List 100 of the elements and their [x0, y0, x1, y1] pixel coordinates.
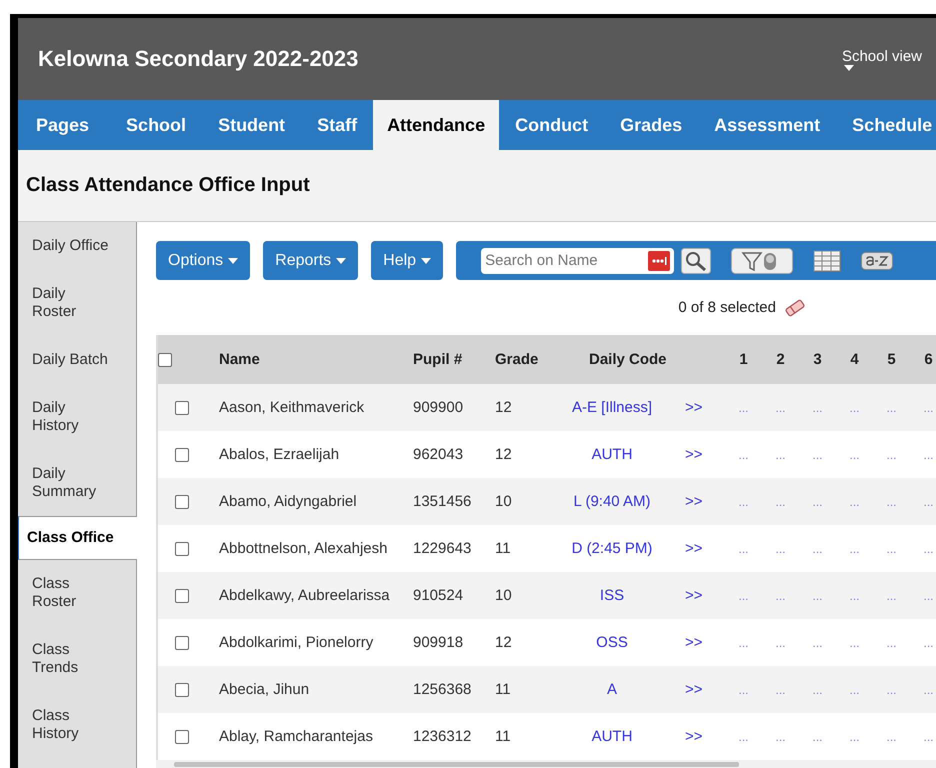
period-link[interactable]: ...: [812, 682, 822, 696]
period-link[interactable]: ...: [775, 730, 786, 744]
period-link[interactable]: ...: [738, 448, 748, 462]
period-link[interactable]: ...: [738, 682, 748, 696]
period-link[interactable]: ...: [923, 448, 934, 462]
details-link[interactable]: >>: [685, 446, 703, 463]
nav-tab[interactable]: Assessment: [698, 100, 836, 150]
sort-az-icon[interactable]: [861, 250, 894, 272]
row-checkbox[interactable]: [175, 494, 189, 508]
details-link[interactable]: >>: [685, 634, 703, 651]
details-link[interactable]: >>: [685, 399, 703, 416]
column-header[interactable]: 6: [924, 351, 933, 368]
period-link[interactable]: ...: [849, 730, 860, 744]
period-link[interactable]: ...: [923, 494, 934, 508]
period-link[interactable]: ...: [886, 682, 896, 696]
row-checkbox[interactable]: [175, 682, 189, 696]
column-header[interactable]: 4: [850, 351, 859, 368]
nav-tab[interactable]: Pages: [18, 100, 110, 150]
details-link[interactable]: >>: [685, 493, 703, 510]
caret-icon[interactable]: [421, 258, 432, 264]
period-link[interactable]: ...: [849, 400, 860, 414]
caret-icon[interactable]: [844, 64, 854, 70]
period-link[interactable]: ...: [923, 682, 934, 696]
nav-tab[interactable]: Student: [202, 100, 302, 150]
row-checkbox[interactable]: [175, 588, 189, 602]
nav-tab[interactable]: Grades: [604, 100, 698, 150]
menu-button[interactable]: Options: [156, 241, 250, 280]
period-link[interactable]: ...: [812, 448, 822, 462]
period-link[interactable]: ...: [738, 542, 748, 556]
daily-code-link[interactable]: OSS: [596, 634, 628, 651]
period-link[interactable]: ...: [849, 682, 860, 696]
school-view-menu[interactable]: School view: [842, 48, 922, 70]
column-header[interactable]: 1: [739, 351, 748, 368]
period-link[interactable]: ...: [775, 400, 786, 414]
caret-icon[interactable]: [336, 258, 346, 264]
period-link[interactable]: ...: [812, 494, 822, 508]
row-checkbox[interactable]: [175, 542, 189, 556]
nav-tab[interactable]: Schedule: [836, 100, 936, 150]
column-header[interactable]: Pupil #: [413, 351, 462, 368]
column-header[interactable]: 3: [813, 351, 822, 368]
period-link[interactable]: ...: [886, 448, 896, 462]
period-link[interactable]: ...: [775, 494, 786, 508]
period-link[interactable]: ...: [812, 400, 822, 414]
sidebar-item[interactable]: Class History: [18, 692, 136, 758]
period-link[interactable]: ...: [738, 636, 748, 650]
sidebar-item[interactable]: Daily Summary: [18, 450, 136, 516]
search-field[interactable]: Search on Name: [481, 248, 648, 274]
period-link[interactable]: ...: [812, 588, 822, 602]
column-header[interactable]: Grade: [495, 351, 538, 368]
row-checkbox[interactable]: [175, 400, 189, 414]
sidebar-item[interactable]: Daily Office: [18, 222, 136, 270]
period-link[interactable]: ...: [775, 682, 786, 696]
caret-icon[interactable]: [228, 258, 238, 264]
details-link[interactable]: >>: [685, 728, 703, 745]
period-link[interactable]: ...: [923, 730, 934, 744]
daily-code-link[interactable]: A: [606, 681, 617, 698]
table-grid-icon[interactable]: [813, 250, 842, 272]
period-link[interactable]: ...: [812, 636, 822, 650]
daily-code-link[interactable]: D (2:45 PM): [572, 540, 652, 557]
nav-tab[interactable]: Staff: [301, 100, 374, 150]
period-link[interactable]: ...: [923, 588, 934, 602]
period-link[interactable]: ...: [886, 542, 896, 556]
period-link[interactable]: ...: [738, 494, 748, 508]
filter-toggle-icon[interactable]: [731, 248, 794, 274]
period-link[interactable]: ...: [775, 542, 786, 556]
details-link[interactable]: >>: [685, 587, 703, 604]
period-link[interactable]: ...: [849, 636, 860, 650]
period-link[interactable]: ...: [923, 542, 934, 556]
period-link[interactable]: ...: [775, 448, 786, 462]
column-header[interactable]: Daily Code: [589, 351, 667, 368]
sidebar-item[interactable]: Class Trends: [18, 626, 136, 692]
dots-icon[interactable]: [648, 248, 674, 274]
period-link[interactable]: ...: [812, 542, 822, 556]
sidebar-item[interactable]: Daily Batch: [18, 336, 136, 384]
period-link[interactable]: ...: [886, 588, 896, 602]
horizontal-scrollbar[interactable]: [156, 760, 936, 768]
menu-button[interactable]: Help: [371, 241, 444, 280]
period-link[interactable]: ...: [738, 400, 748, 414]
sidebar-item[interactable]: Daily History: [18, 384, 136, 450]
nav-tab[interactable]: Attendance: [373, 100, 500, 150]
period-link[interactable]: ...: [738, 730, 748, 744]
period-link[interactable]: ...: [886, 636, 896, 650]
sidebar-item[interactable]: Class Roster: [18, 560, 136, 626]
sidebar-item[interactable]: Class Office: [18, 516, 137, 560]
period-link[interactable]: ...: [849, 448, 860, 462]
details-link[interactable]: >>: [685, 681, 703, 698]
nav-tab[interactable]: School: [110, 100, 202, 150]
period-link[interactable]: ...: [849, 494, 860, 508]
period-link[interactable]: ...: [775, 636, 786, 650]
details-link[interactable]: >>: [685, 540, 703, 557]
period-link[interactable]: ...: [886, 494, 896, 508]
select-all-checkbox[interactable]: [158, 352, 172, 366]
period-link[interactable]: ...: [886, 730, 896, 744]
daily-code-link[interactable]: A-E [Illness]: [572, 399, 652, 416]
period-link[interactable]: ...: [923, 636, 934, 650]
nav-tab[interactable]: Conduct: [499, 100, 604, 150]
search-icon[interactable]: [681, 248, 712, 274]
column-header[interactable]: Name: [219, 351, 260, 368]
period-link[interactable]: ...: [886, 400, 896, 414]
sidebar-item[interactable]: Daily Roster: [18, 270, 136, 336]
